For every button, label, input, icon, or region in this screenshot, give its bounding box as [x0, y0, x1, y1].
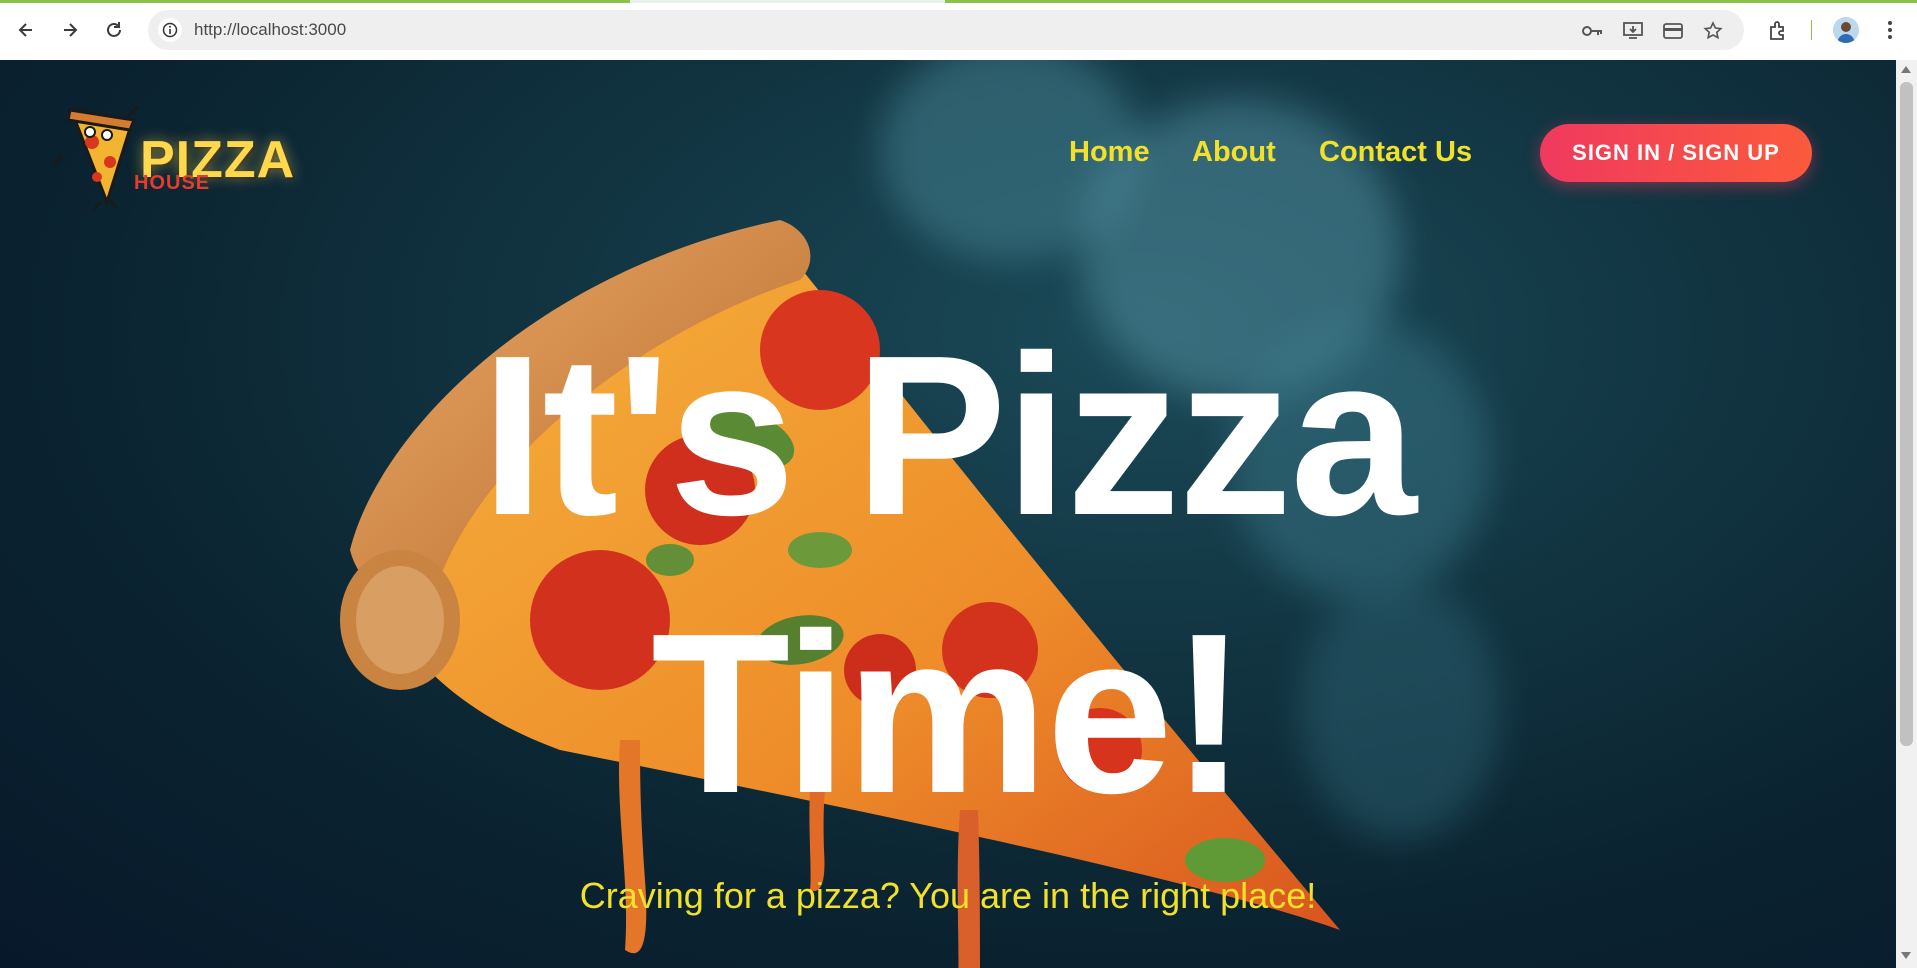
back-icon[interactable] [10, 14, 42, 46]
hero-title-line2: Time! [651, 587, 1247, 841]
bookmark-star-icon[interactable] [1702, 20, 1724, 42]
page-load-progress [0, 0, 1917, 3]
extensions-icon[interactable] [1762, 14, 1794, 46]
hero-section: PIZZA HOUSE Home About Contact Us SIGN I… [0, 60, 1896, 968]
hero-title-line1: It's Pizza [481, 309, 1417, 563]
hero-subtitle: Craving for a pizza? You are in the righ… [579, 875, 1317, 916]
payment-card-icon[interactable] [1662, 20, 1684, 42]
site-info-icon[interactable] [158, 18, 182, 42]
reload-icon[interactable] [98, 14, 130, 46]
toolbar-divider [1811, 20, 1812, 40]
sign-in-sign-up-button[interactable]: SIGN IN / SIGN UP [1540, 124, 1812, 182]
scrollbar-thumb[interactable] [1900, 82, 1913, 746]
forward-icon[interactable] [54, 14, 86, 46]
url-text[interactable]: http://localhost:3000 [194, 20, 346, 40]
profile-avatar[interactable] [1830, 14, 1862, 46]
scroll-down-arrow-icon[interactable] [1901, 952, 1911, 959]
install-app-icon[interactable] [1622, 20, 1644, 42]
pizza-slice-image [340, 220, 1340, 968]
nav-home[interactable]: Home [1069, 136, 1150, 169]
password-key-icon[interactable] [1582, 20, 1604, 42]
pizza-mascot-icon [53, 104, 140, 211]
scroll-up-arrow-icon[interactable] [1901, 66, 1911, 73]
page-scrollbar[interactable] [1896, 60, 1917, 968]
browser-toolbar: http://localhost:3000 [0, 0, 1917, 61]
address-bar[interactable]: http://localhost:3000 [148, 10, 1744, 50]
nav-contact-us[interactable]: Contact Us [1319, 136, 1472, 169]
pizza-house-logo[interactable]: PIZZA HOUSE [52, 102, 312, 212]
logo-subtitle: HOUSE [134, 172, 211, 194]
nav-about[interactable]: About [1192, 136, 1276, 169]
menu-kebab-icon[interactable] [1874, 14, 1906, 46]
